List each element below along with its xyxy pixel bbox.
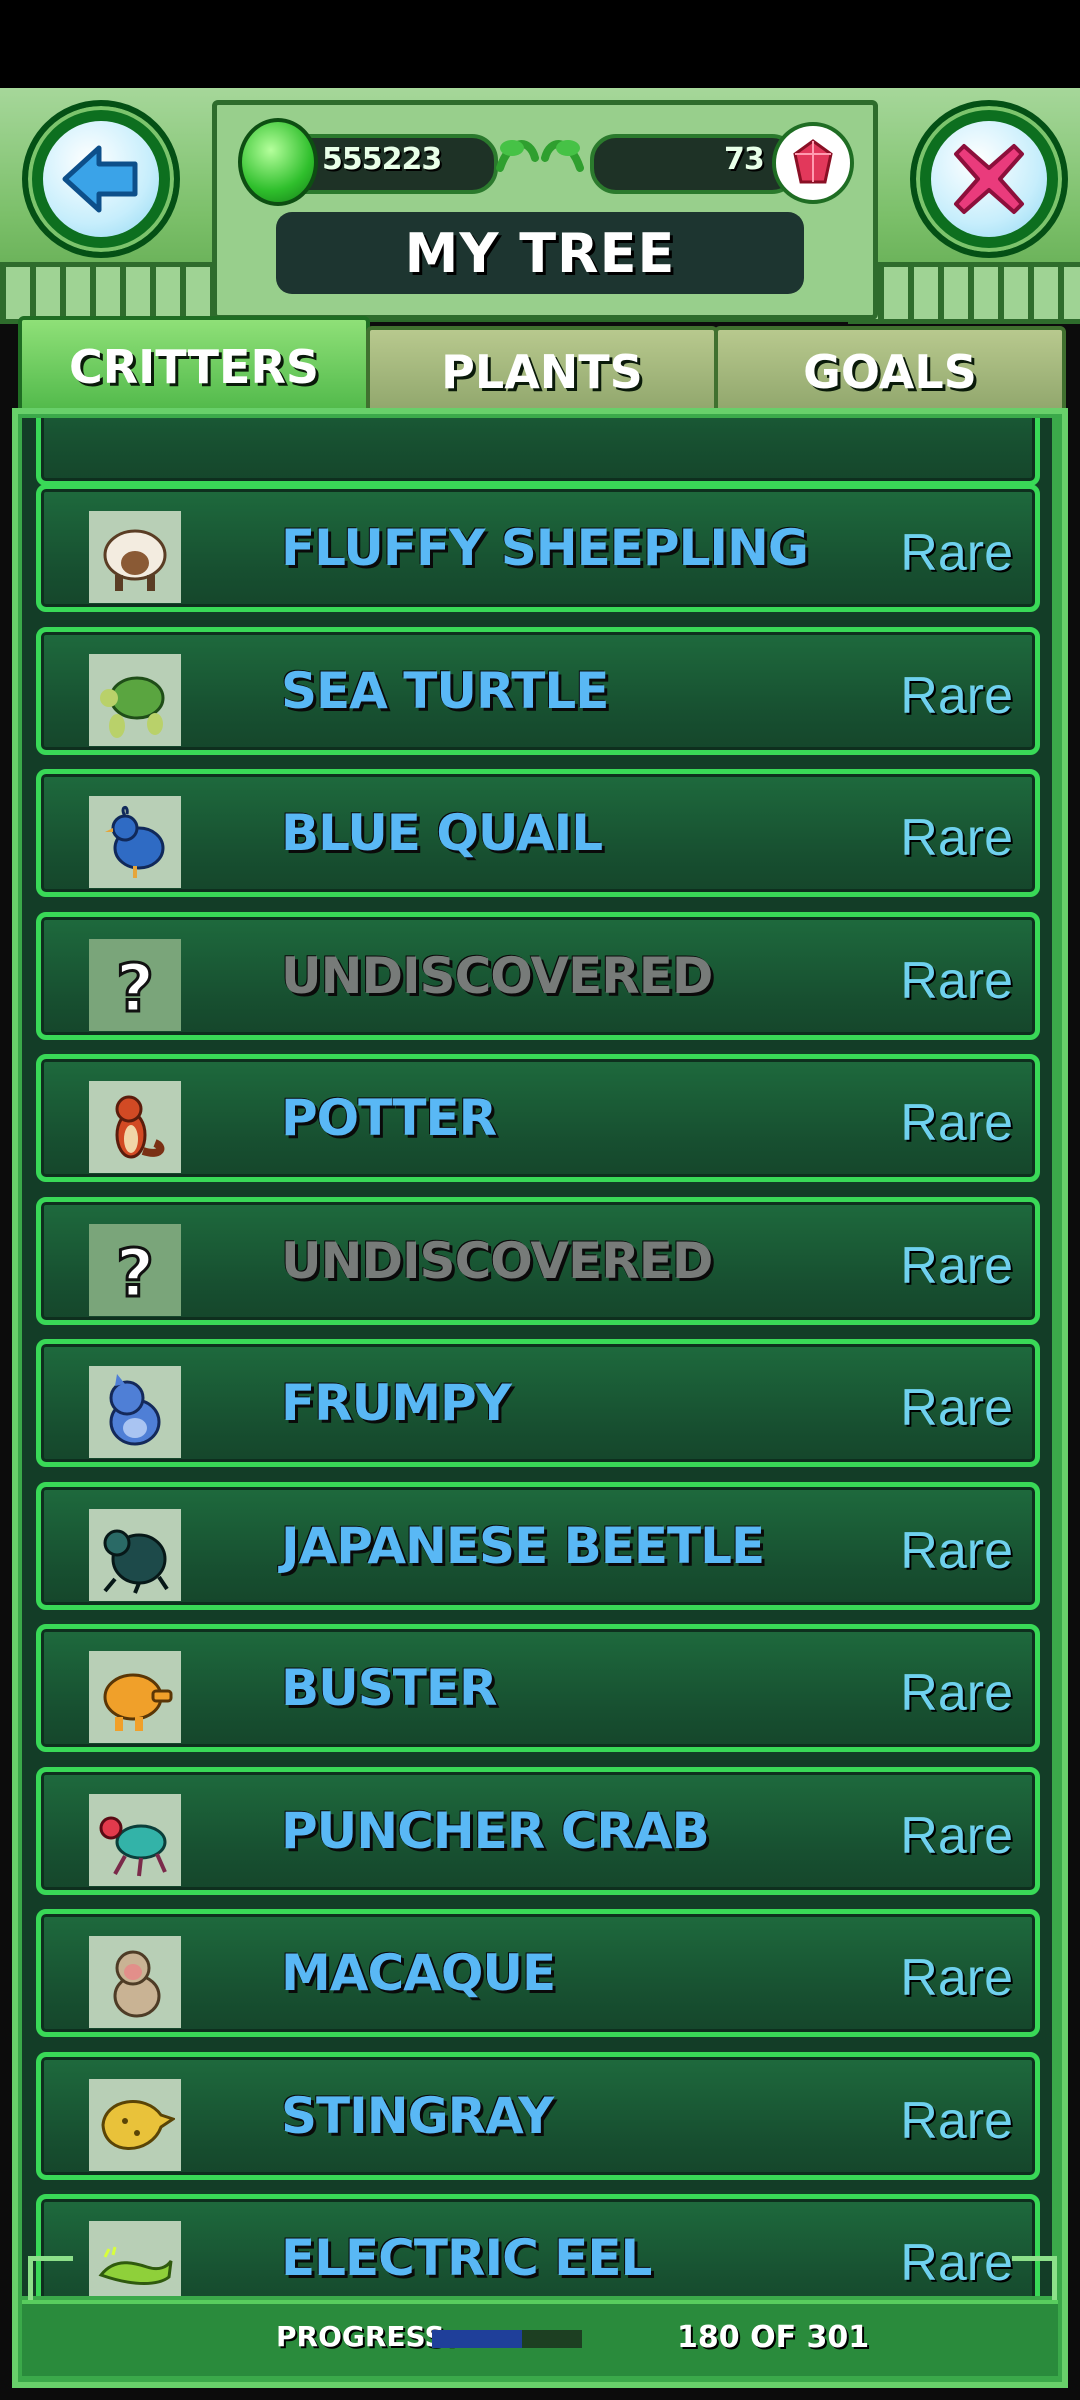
eel-icon (89, 2221, 181, 2296)
tab-plants[interactable]: PLANTS (366, 326, 718, 418)
critter-rarity: Rare (900, 1949, 1013, 2007)
fence-left-decoration (0, 262, 232, 324)
monkey-icon (89, 1936, 181, 2028)
critter-name: PUNCHER CRAB (281, 1801, 710, 1860)
quail-icon (89, 796, 181, 888)
close-button[interactable] (910, 100, 1068, 258)
critter-name: FRUMPY (281, 1374, 512, 1432)
back-button[interactable] (22, 100, 180, 258)
otter-icon (89, 1081, 181, 1173)
sheep-icon (89, 511, 181, 603)
progress-bar-fill (432, 2330, 522, 2348)
critter-name: STINGRAY (281, 2086, 554, 2145)
question-icon: ? (89, 1223, 181, 1316)
tab-critters[interactable]: CRITTERS (18, 316, 370, 418)
critter-rarity: Rare (900, 1094, 1013, 1152)
status-bar (0, 0, 1080, 88)
tab-goals[interactable]: GOALS (714, 326, 1066, 418)
critter-rarity: Rare (900, 1236, 1013, 1295)
crab-icon (89, 1793, 181, 1886)
critter-rarity: Rare (900, 666, 1013, 725)
critter-name: MACAQUE (281, 1944, 556, 2002)
tab-plants-label: PLANTS (441, 345, 643, 399)
red-crystal-icon (772, 122, 854, 204)
critter-name: FLUFFY SHEEPLING (281, 519, 809, 577)
critter-list[interactable]: FLUFFY SHEEPLING Rare SEA TURTLE Rare BLUE Q… (22, 418, 1052, 2296)
vine-decoration-icon (490, 128, 590, 192)
buster-icon (89, 1651, 181, 1743)
critter-rarity: Rare (900, 2234, 1013, 2292)
critter-name: POTTER (281, 1089, 497, 1147)
close-x-icon (931, 121, 1047, 237)
back-arrow-icon (43, 121, 159, 237)
critter-rarity: Rare (900, 951, 1013, 1010)
fence-right-decoration (848, 262, 1080, 324)
critter-name: BUSTER (281, 1659, 497, 1717)
list-item[interactable]: FRUMPY Rare (36, 1339, 1040, 1467)
list-item[interactable]: ? UNDISCOVERED Rare (36, 1196, 1040, 1325)
svg-text:?: ? (116, 950, 154, 1025)
list-item[interactable]: JAPANESE BEETLE Rare (36, 1481, 1040, 1610)
gem-count: 73 (724, 142, 765, 177)
critter-rarity: Rare (900, 2091, 1013, 2150)
critter-name: ELECTRIC EEL (281, 2229, 652, 2287)
progress-footer: PROGRESS: 180 OF 301 (22, 2300, 1058, 2376)
progress-count: 180 OF 301 (677, 2320, 870, 2355)
list-item-partial (36, 418, 1040, 486)
list-item[interactable]: BLUE QUAIL Rare (36, 769, 1040, 897)
list-item[interactable]: ? UNDISCOVERED Rare (36, 911, 1040, 1040)
list-item[interactable]: ELECTRIC EEL Rare (36, 2194, 1040, 2296)
progress-label: PROGRESS: (276, 2320, 456, 2353)
question-icon: ? (89, 938, 181, 1031)
critter-name: BLUE QUAIL (281, 804, 603, 862)
green-gem-icon (238, 118, 318, 206)
list-item[interactable]: STINGRAY Rare (36, 2051, 1040, 2180)
progress-bar (432, 2330, 582, 2348)
list-item[interactable]: PUNCHER CRAB Rare (36, 1766, 1040, 1895)
stingray-icon (89, 2078, 181, 2171)
corner-decoration (28, 2256, 73, 2301)
critter-rarity: Rare (900, 1379, 1013, 1437)
critter-name: JAPANESE BEETLE (281, 1516, 765, 1575)
page-title: MY TREE (404, 221, 676, 285)
critter-rarity: Rare (900, 1664, 1013, 1722)
critter-rarity: Rare (900, 1521, 1013, 1580)
turtle-icon (89, 653, 181, 746)
corner-decoration (1012, 2256, 1057, 2301)
critter-rarity: Rare (900, 1806, 1013, 1865)
title-plate: MY TREE (276, 212, 804, 294)
list-item[interactable]: POTTER Rare (36, 1054, 1040, 1182)
tab-critters-label: CRITTERS (68, 340, 320, 394)
critter-name: UNDISCOVERED (281, 946, 713, 1005)
gem-counter-bar (590, 134, 798, 194)
beetle-icon (89, 1508, 181, 1601)
critter-name: UNDISCOVERED (281, 1231, 713, 1290)
svg-text:?: ? (116, 1235, 154, 1310)
list-item[interactable]: BUSTER Rare (36, 1624, 1040, 1752)
frumpy-icon (89, 1366, 181, 1458)
list-item[interactable]: MACAQUE Rare (36, 1909, 1040, 2037)
list-item[interactable]: FLUFFY SHEEPLING Rare (36, 484, 1040, 612)
tab-bar: CRITTERS PLANTS GOALS (18, 316, 1066, 418)
critter-rarity: Rare (900, 809, 1013, 867)
list-item[interactable]: SEA TURTLE Rare (36, 626, 1040, 755)
critter-name: SEA TURTLE (281, 661, 609, 720)
coin-count: 555223 (322, 142, 442, 177)
tab-goals-label: GOALS (803, 345, 977, 399)
critter-rarity: Rare (900, 524, 1013, 582)
